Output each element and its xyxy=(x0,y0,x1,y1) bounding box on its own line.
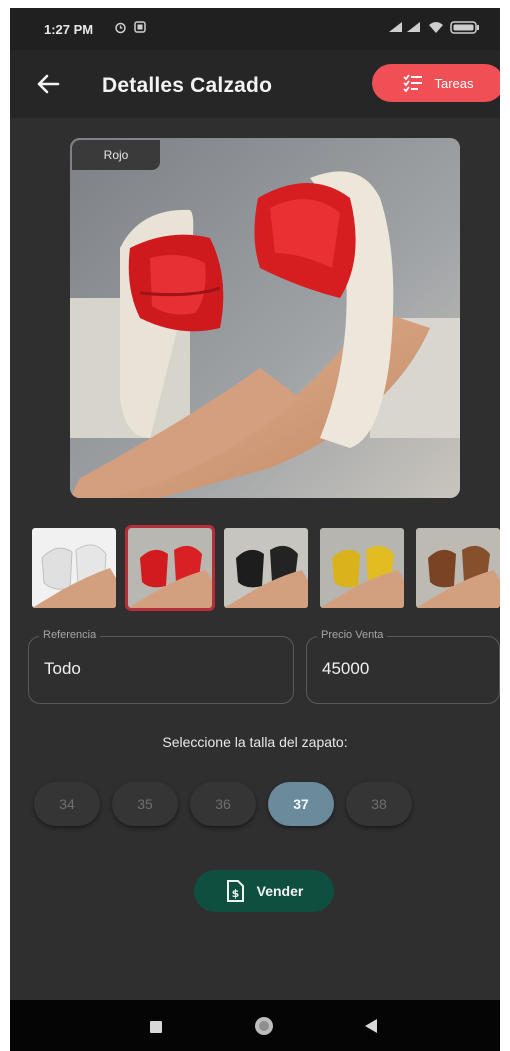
wifi-icon xyxy=(428,21,444,37)
price-label: Precio Venta xyxy=(317,629,388,641)
product-main-image xyxy=(70,138,460,498)
thumbnail-white[interactable] xyxy=(32,528,116,608)
tasks-button-label: Tareas xyxy=(434,75,474,91)
size-chip-36[interactable]: 36 xyxy=(190,782,256,826)
status-bar: 1:27 PM xyxy=(10,8,500,50)
color-tag: Rojo xyxy=(72,140,160,170)
checklist-icon xyxy=(403,74,423,93)
system-nav-bar xyxy=(10,1000,500,1051)
thumbnail-red[interactable] xyxy=(125,525,215,611)
tasks-button[interactable]: Tareas xyxy=(372,64,500,102)
app-bar: Detalles Calzado Tareas xyxy=(10,50,500,118)
size-chip-37[interactable]: 37 xyxy=(268,782,334,826)
battery-icon xyxy=(450,21,480,37)
size-chip-34[interactable]: 34 xyxy=(34,782,100,826)
thumbnail-yellow[interactable] xyxy=(320,528,404,608)
status-time: 1:27 PM xyxy=(44,22,94,37)
phone-screen: 1:27 PM Detalles Calzado Tareas Rojo Ref… xyxy=(10,8,500,1051)
alarm-icon xyxy=(114,21,127,37)
signal-icon xyxy=(406,21,422,36)
size-prompt: Seleccione la talla del zapato: xyxy=(162,734,348,750)
thumbnail-brown[interactable] xyxy=(416,528,500,608)
invoice-dollar-icon: $ xyxy=(226,880,244,902)
notification-icon xyxy=(134,21,146,36)
page-title: Detalles Calzado xyxy=(102,74,273,97)
reference-value: Todo xyxy=(44,659,81,678)
sell-button-label: Vender xyxy=(256,883,304,899)
home-circle-icon[interactable] xyxy=(254,1016,274,1041)
back-button[interactable] xyxy=(32,68,64,100)
size-chip-35[interactable]: 35 xyxy=(112,782,178,826)
signal-icon xyxy=(388,21,404,36)
price-value: 45000 xyxy=(322,659,370,678)
svg-text:$: $ xyxy=(231,887,239,900)
reference-label: Referencia xyxy=(39,629,101,641)
size-chip-38[interactable]: 38 xyxy=(346,782,412,826)
recents-square-icon[interactable] xyxy=(150,1020,162,1038)
sell-button[interactable]: $ Vender xyxy=(194,870,334,912)
thumbnail-black[interactable] xyxy=(224,528,308,608)
price-field[interactable]: Precio Venta 45000 xyxy=(306,629,500,704)
arrow-left-icon xyxy=(37,74,60,94)
back-triangle-icon[interactable] xyxy=(364,1018,378,1039)
reference-field[interactable]: Referencia Todo xyxy=(28,629,294,704)
